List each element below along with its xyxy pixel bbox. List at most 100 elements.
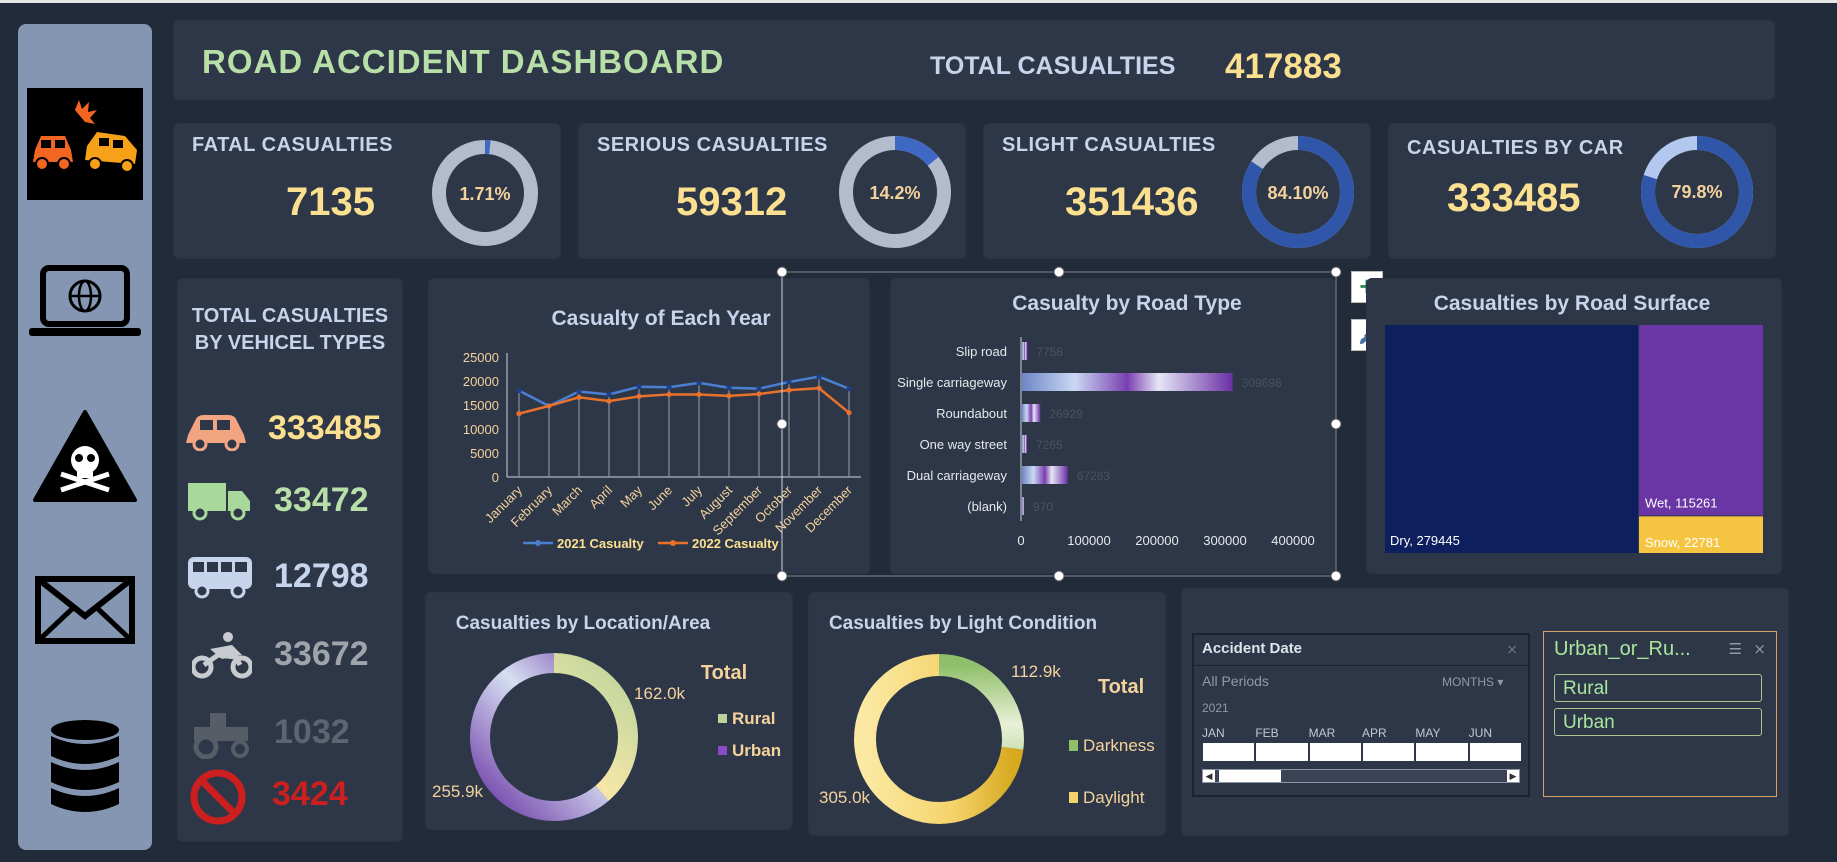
kpi-title: SERIOUS CASUALTIES (597, 134, 828, 156)
legend-label: Rural (732, 709, 775, 728)
legend-swatch-rural (718, 714, 727, 723)
resize-handle[interactable] (776, 570, 788, 582)
resize-handle[interactable] (776, 266, 788, 278)
data-point (756, 391, 762, 397)
data-point (756, 386, 762, 392)
vehicle-title-line2: BY VEHICEL TYPES (194, 332, 386, 354)
accident-date-timeline[interactable]: Accident Date ⨯ All Periods MONTHS ▾ 202… (1192, 633, 1530, 797)
y-tick-label: 10000 (463, 422, 499, 437)
data-point (516, 411, 522, 417)
chart-title: Casualties by Location/Area (456, 613, 711, 634)
treemap-cell-dry (1385, 325, 1639, 553)
kpi-donut-car: 79.8% (1641, 136, 1753, 248)
scroll-left-icon[interactable]: ◀ (1203, 770, 1215, 782)
data-label: 255.9k (432, 782, 484, 801)
treemap-label: Wet, 115261 (1645, 495, 1718, 510)
resize-handle[interactable] (1330, 266, 1342, 278)
kpi-donut-serious: 14.2% (839, 136, 951, 248)
car-crash-icon[interactable] (24, 86, 146, 202)
clear-filter-icon[interactable]: ⨯ (1506, 641, 1518, 658)
truck-icon (188, 483, 250, 521)
vehicle-value: 333485 (268, 409, 382, 447)
kpi-value: 59312 (676, 180, 788, 224)
data-point (696, 380, 702, 386)
timeline-month-bar[interactable] (1256, 743, 1308, 761)
data-point (576, 388, 582, 395)
kpi-title: CASUALTIES BY CAR (1407, 137, 1624, 159)
kpi-value: 333485 (1447, 176, 1581, 220)
legend-label: Urban (732, 741, 781, 760)
scroll-right-icon[interactable]: ▶ (1507, 770, 1519, 782)
vehicle-value: 1032 (274, 713, 350, 751)
data-point (666, 391, 672, 398)
resize-handle[interactable] (1053, 266, 1065, 278)
envelope-icon[interactable] (24, 552, 146, 668)
data-point (576, 394, 582, 400)
timeline-month-bar[interactable] (1416, 743, 1468, 761)
chart-title: Casualty of Each Year (551, 307, 770, 330)
kpi-percent: 14.2% (869, 183, 920, 203)
kpi-card-car: CASUALTIES BY CAR 333485 79.8% (1388, 123, 1776, 259)
tractor-icon (193, 713, 249, 759)
y-tick-label: 15000 (463, 398, 499, 413)
data-label: 162.0k (634, 684, 686, 703)
timeline-month-label: MAR (1308, 726, 1336, 740)
vehicle-title-line1: TOTAL CASUALTIES (191, 305, 389, 327)
data-point (636, 384, 642, 390)
light-condition-panel: Casualties by Light Condition Total Dark… (808, 592, 1166, 836)
y-tick-label: 0 (492, 470, 499, 485)
legend-marker (670, 540, 676, 546)
casualties-by-light-chart[interactable]: Casualties by Light Condition Total Dark… (809, 593, 1165, 835)
casualties-by-location-chart[interactable]: Casualties by Location/Area Total Rural … (426, 593, 792, 829)
multi-select-icon[interactable]: ☰ (1729, 640, 1742, 658)
vehicle-row-other: 3424 (178, 761, 418, 825)
clear-filter-icon[interactable]: ⨯ (1753, 640, 1766, 658)
kpi-percent: 79.8% (1671, 182, 1722, 202)
kpi-donut-slight: 84.10% (1242, 136, 1354, 248)
kpi-title: FATAL CASUALTIES (192, 134, 393, 156)
hazard-skull-icon[interactable] (24, 398, 146, 514)
vehicle-row-truck: 33472 (178, 475, 418, 531)
total-casualties-label: TOTAL CASUALTIES (930, 52, 1176, 80)
timeline-level-label: MONTHS (1442, 675, 1494, 689)
timeline-month-label: FEB (1255, 726, 1279, 740)
urban-rural-slicer[interactable]: Urban_or_Ru... ☰ ⨯ Rural Urban (1543, 631, 1777, 797)
legend-marker (535, 540, 541, 546)
legend-title: Total (1098, 676, 1144, 698)
timeline-month-bar[interactable] (1363, 743, 1415, 761)
database-icon[interactable] (24, 708, 146, 824)
laptop-globe-icon[interactable] (24, 244, 146, 360)
total-casualties-value: 417883 (1225, 47, 1342, 86)
kpi-card-serious: SERIOUS CASUALTIES 59312 14.2% (578, 123, 966, 259)
timeline-month-label: APR (1362, 726, 1387, 740)
timeline-month-label: JUN (1468, 726, 1492, 740)
resize-handle[interactable] (776, 418, 788, 430)
no-entry-icon (190, 769, 246, 825)
legend-swatch-daylight (1069, 792, 1078, 803)
data-point (726, 385, 732, 391)
slicer-item-urban[interactable]: Urban (1554, 708, 1762, 736)
timeline-month-bar[interactable] (1203, 743, 1255, 761)
slicer-item-rural[interactable]: Rural (1554, 674, 1762, 702)
kpi-percent: 1.71% (459, 184, 510, 204)
legend-title: Total (701, 662, 747, 684)
casualties-by-road-surface-chart[interactable]: Casualties by Road Surface Dry, 279445 We… (1367, 279, 1781, 573)
timeline-level-select[interactable]: MONTHS ▾ (1442, 675, 1503, 689)
legend-label: Daylight (1083, 788, 1145, 807)
timeline-month-bar[interactable] (1309, 743, 1361, 761)
timeline-month-bar[interactable] (1469, 743, 1521, 761)
treemap-cell-wet (1639, 325, 1763, 516)
slicer-title: Urban_or_Ru... (1554, 638, 1691, 660)
resize-handle[interactable] (1330, 570, 1342, 582)
vehicle-value: 3424 (272, 775, 348, 813)
vehicle-row-bus: 12798 (178, 551, 418, 607)
timeline-scrollbar[interactable]: ◀ ▶ (1202, 769, 1520, 783)
resize-handle[interactable] (1330, 418, 1342, 430)
location-panel: Casualties by Location/Area Total Rural … (425, 592, 793, 830)
scroll-thumb[interactable] (1219, 770, 1281, 782)
slicers-panel: Accident Date ⨯ All Periods MONTHS ▾ 202… (1181, 588, 1789, 836)
chart-title: Casualties by Road Surface (1434, 292, 1711, 315)
kpi-percent: 84.10% (1267, 183, 1328, 203)
vehicle-row-tractor: 1032 (178, 707, 418, 763)
resize-handle[interactable] (1053, 570, 1065, 582)
